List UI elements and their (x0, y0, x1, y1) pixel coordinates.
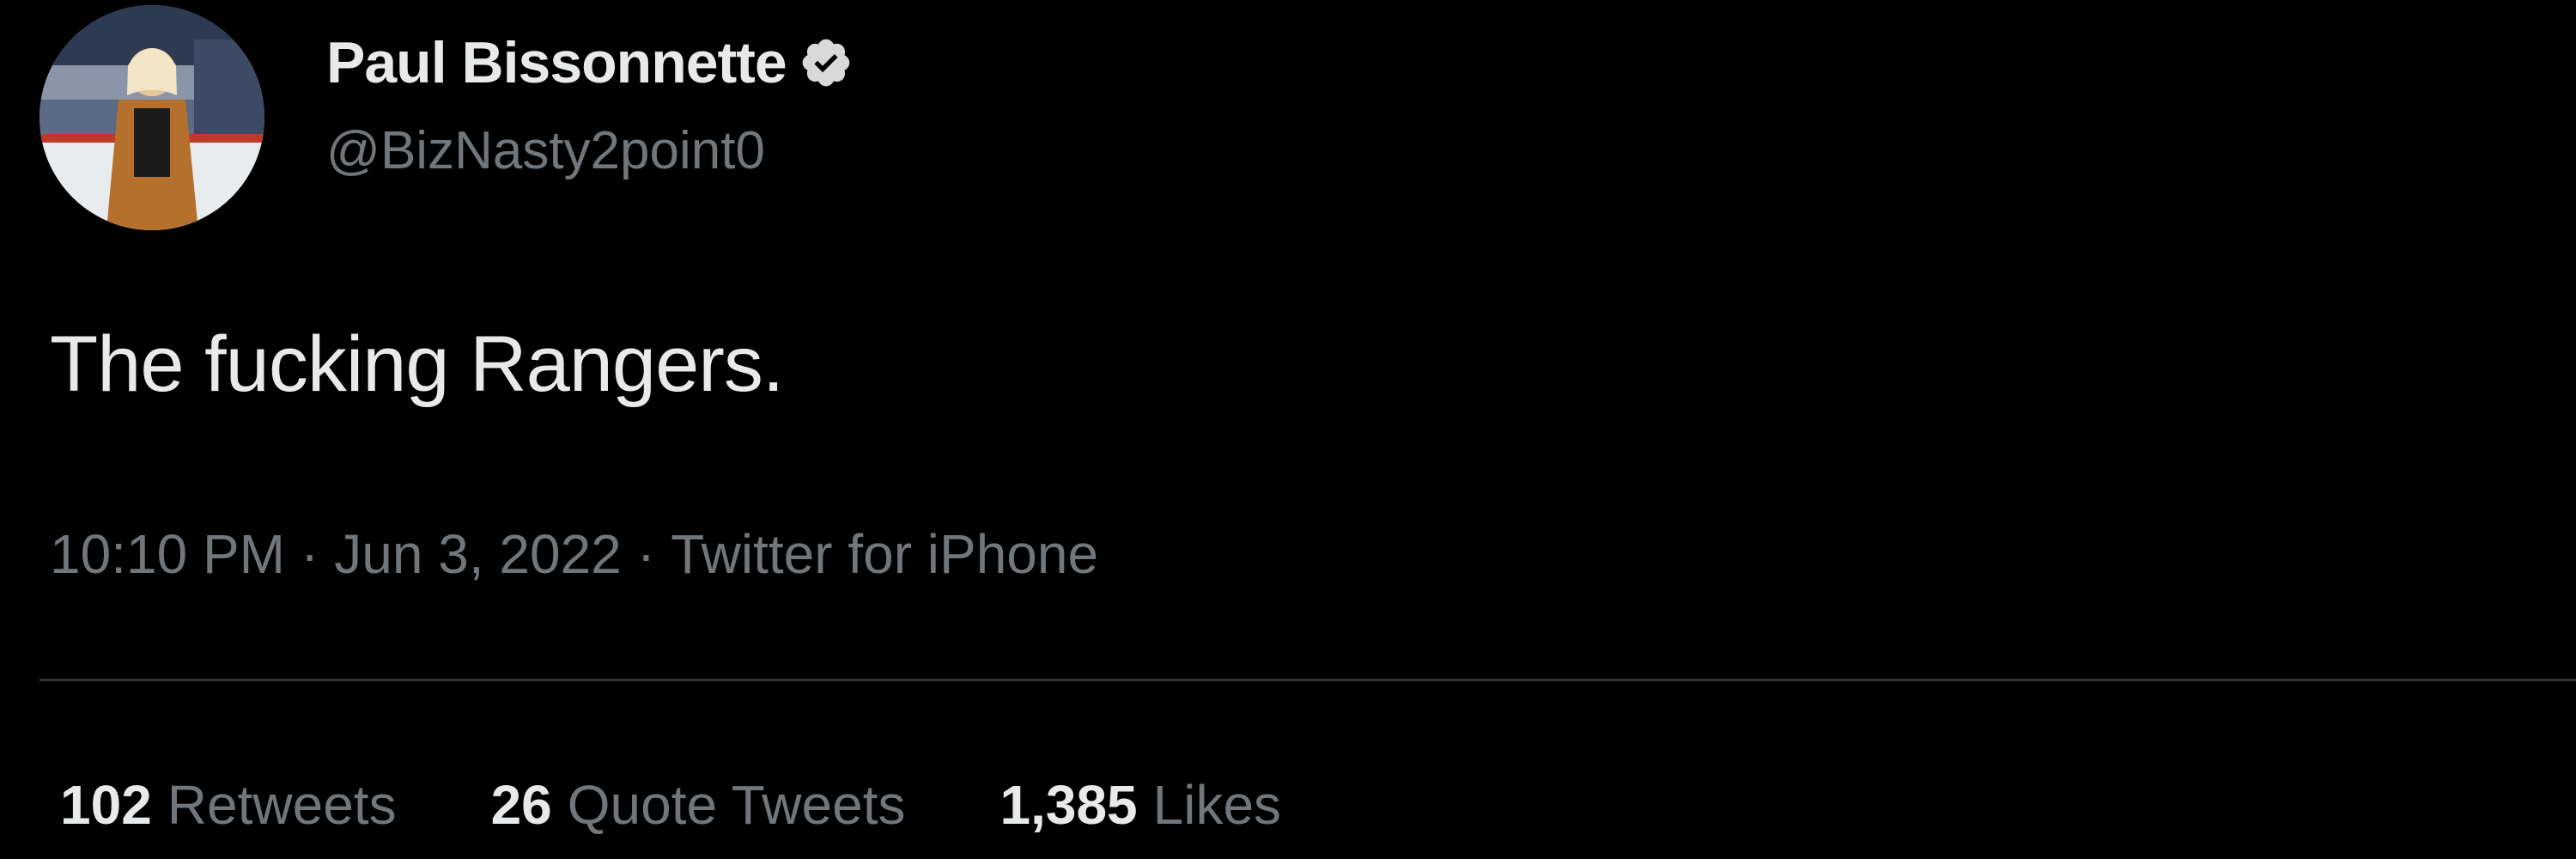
quote-tweets-label: Quote Tweets (567, 774, 906, 836)
tweet-source[interactable]: Twitter for iPhone (671, 522, 1098, 586)
likes-count: 1,385 (999, 774, 1138, 836)
avatar-photo (39, 5, 264, 230)
tweet-meta: 10:10 PM · Jun 3, 2022 · Twitter for iPh… (50, 522, 1098, 586)
likes-stat[interactable]: 1,385 Likes (999, 773, 1281, 837)
author-name[interactable]: Paul Bissonnette (326, 29, 787, 96)
retweets-stat[interactable]: 102 Retweets (60, 773, 397, 837)
quote-tweets-count: 26 (490, 774, 552, 836)
tweet-text: The fucking Rangers. (50, 320, 784, 408)
likes-label: Likes (1152, 774, 1282, 836)
retweets-label: Retweets (167, 774, 397, 836)
author-handle[interactable]: @BizNasty2point0 (326, 120, 765, 181)
tweet-date[interactable]: Jun 3, 2022 (334, 522, 622, 586)
divider (39, 679, 2576, 681)
quote-tweets-stat[interactable]: 26 Quote Tweets (491, 773, 906, 837)
meta-separator: · (300, 523, 319, 585)
tweet-time[interactable]: 10:10 PM (50, 522, 285, 586)
verified-badge-icon (799, 35, 854, 90)
author-avatar[interactable] (39, 5, 264, 230)
meta-separator: · (636, 523, 656, 585)
tweet-card: Paul Bissonnette @BizNasty2point0 The fu… (0, 0, 2576, 859)
retweets-count: 102 (60, 774, 152, 836)
tweet-stats: 102 Retweets 26 Quote Tweets 1,385 Likes (60, 773, 1281, 837)
author-name-row: Paul Bissonnette (326, 24, 854, 101)
